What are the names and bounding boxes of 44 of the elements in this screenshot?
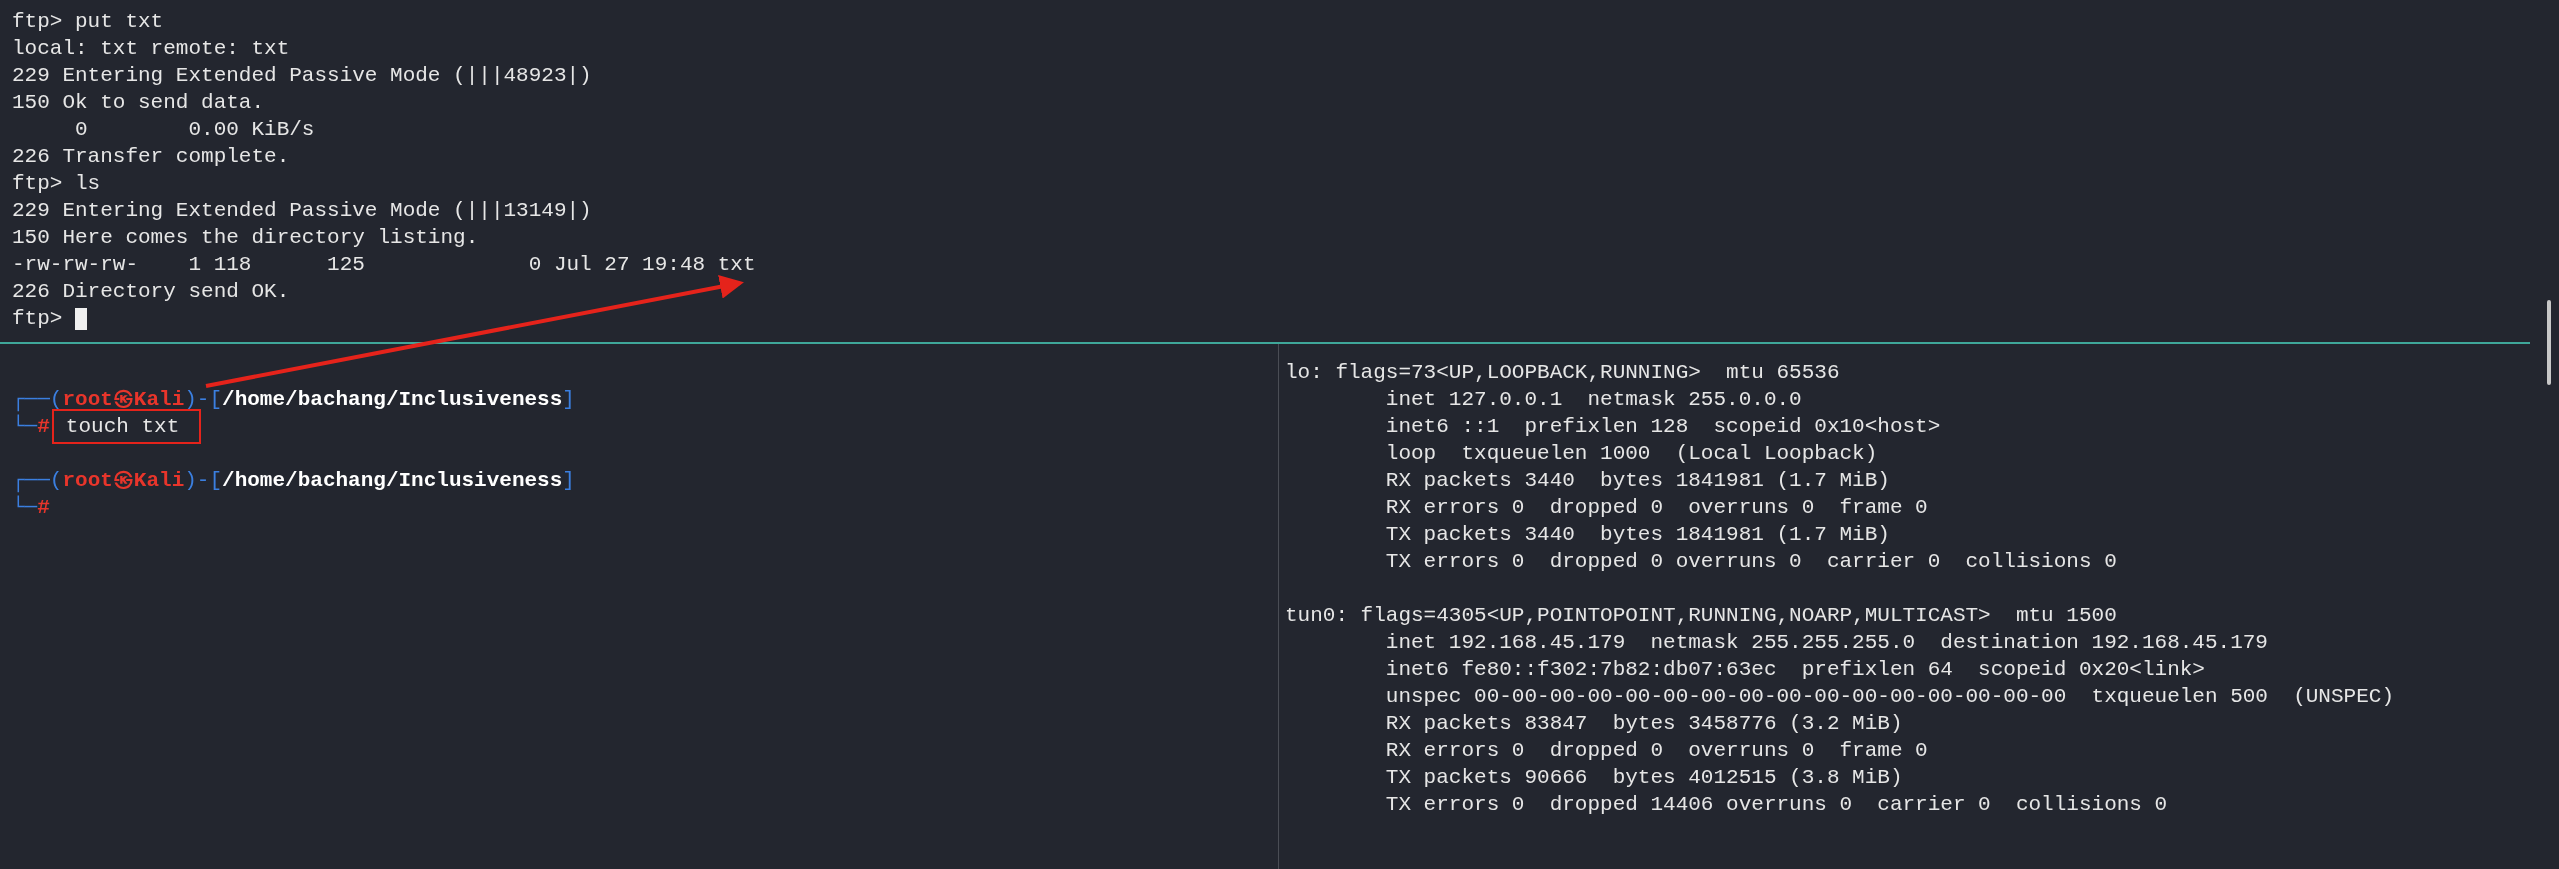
- terminal-line: ftp> put txt: [12, 9, 164, 35]
- terminal-line: 150 Ok to send data.: [12, 90, 265, 116]
- prompt-path: /home/bachang/Inclusiveness: [222, 469, 563, 492]
- terminal-line: 0 0.00 KiB/s: [74, 117, 315, 143]
- terminal-line: inet6 ::1 prefixlen 128 scopeid 0x10<host>: [1384, 415, 1941, 438]
- scrollbar-thumb[interactable]: [2547, 300, 2551, 385]
- terminal-line: inet 192.168.45.179 netmask 255.255.255.0 destination 192.168.45.179: [1384, 631, 2268, 654]
- terminal-line: TX errors 0 dropped 0 overruns 0 carrier 0 collisions 0: [1384, 550, 2117, 573]
- terminal-line: TX packets 90666 bytes 4012515 (3.8 MiB): [1384, 766, 1903, 789]
- terminal-line: tun0: flags=4305<UP,POINTOPOINT,RUNNING,NOARP,MULTICAST> mtu 1500: [1285, 604, 2117, 627]
- prompt-corner: ┌──(: [12, 388, 63, 411]
- terminal-line: loop txqueuelen 1000 (Local Loopback): [1384, 442, 1878, 465]
- terminal-line: lo: flags=73<UP,LOOPBACK,RUNNING> mtu 65536: [1285, 361, 1840, 384]
- command-text: touch txt: [65, 415, 180, 438]
- terminal-line: 229 Entering Extended Passive Mode (|||13149|): [12, 198, 592, 224]
- prompt-corner: └─: [12, 415, 38, 438]
- prompt-corner: ┌──(: [12, 469, 63, 492]
- prompt-symbol: #: [37, 415, 50, 438]
- prompt-symbol: #: [37, 496, 50, 519]
- prompt-bracket: ]: [562, 388, 575, 411]
- terminal-line: ftp>: [12, 306, 64, 332]
- prompt-bracket: )-[: [184, 388, 223, 411]
- terminal-line: RX packets 3440 bytes 1841981 (1.7 MiB): [1384, 469, 1890, 492]
- prompt-bracket: )-[: [184, 469, 223, 492]
- terminal-line: inet 127.0.0.1 netmask 255.0.0.0: [1384, 388, 1802, 411]
- terminal-line: TX packets 3440 bytes 1841981 (1.7 MiB): [1384, 523, 1890, 546]
- terminal-line: 226 Transfer complete.: [12, 144, 290, 170]
- prompt-corner: └─: [12, 496, 38, 519]
- terminal-line: 150 Here comes the directory listing.: [12, 225, 479, 251]
- terminal-line: ftp> ls: [12, 171, 101, 197]
- prompt-user: root㉿Kali: [62, 388, 185, 411]
- terminal-line: local: txt remote: txt: [12, 36, 290, 62]
- terminal-line: RX errors 0 dropped 0 overruns 0 frame 0: [1384, 739, 1928, 762]
- terminal-line: 226 Directory send OK.: [12, 279, 290, 305]
- terminal-line: inet6 fe80::f302:7b82:db07:63ec prefixlen 64 scopeid 0x20<link>: [1384, 658, 2205, 681]
- terminal-line: RX packets 83847 bytes 3458776 (3.2 MiB): [1384, 712, 1903, 735]
- prompt-path: /home/bachang/Inclusiveness: [222, 388, 563, 411]
- prompt-bracket: ]: [562, 469, 575, 492]
- terminal-line: unspec 00-00-00-00-00-00-00-00-00-00-00-00-00-00-00-00 txqueuelen 500 (UNSPEC): [1384, 685, 2394, 708]
- terminal-line: RX errors 0 dropped 0 overruns 0 frame 0: [1384, 496, 1928, 519]
- terminal-line: -rw-rw-rw- 1 118 125 0 Jul 27 19:48 txt: [12, 252, 756, 278]
- terminal-line: 229 Entering Extended Passive Mode (|||48923|): [12, 63, 592, 89]
- terminal-line: TX errors 0 dropped 14406 overruns 0 carrier 0 collisions 0: [1384, 793, 2168, 816]
- prompt-user: root㉿Kali: [62, 469, 185, 492]
